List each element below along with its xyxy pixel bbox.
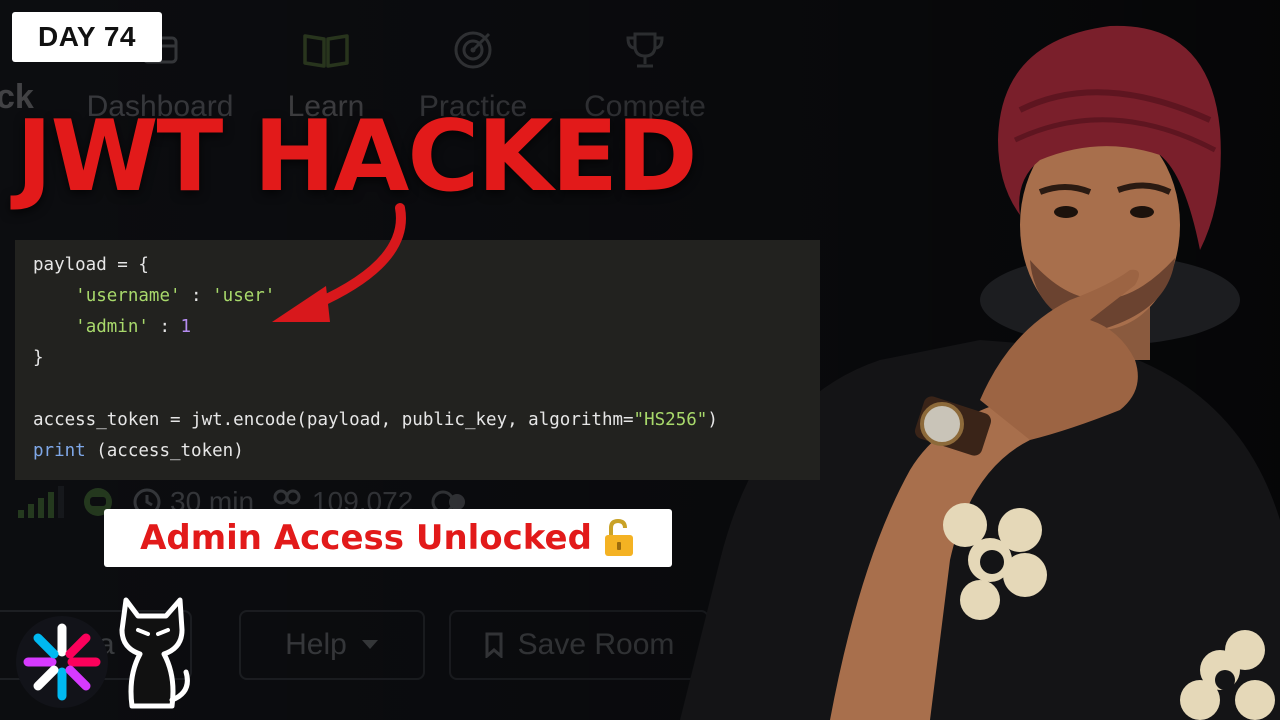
code-line-6: access_token = jwt.encode(payload, publi…	[33, 405, 802, 436]
headline-title: JWT HACKED	[16, 100, 698, 214]
caption-text: Admin Access Unlocked	[140, 518, 592, 558]
code-line-2: 'username' : 'user'	[33, 281, 802, 312]
unlocked-padlock-icon	[604, 518, 633, 556]
code-string: "HS256"	[633, 410, 708, 430]
help-label: Help	[285, 628, 347, 661]
jwt-logo-icon	[16, 616, 108, 708]
code-string: 'user'	[212, 286, 276, 306]
code-text: )	[707, 410, 718, 430]
code-line-4: }	[33, 343, 802, 374]
code-keyword: print	[33, 441, 86, 461]
code-text: :	[180, 286, 213, 306]
book-icon	[303, 34, 349, 68]
code-line-1: payload = {	[33, 250, 802, 281]
day-badge: DAY 74	[12, 12, 162, 62]
code-line-7: print (access_token)	[33, 436, 802, 467]
difficulty-signal-icon	[18, 486, 64, 518]
target-icon	[454, 31, 492, 69]
trophy-icon	[626, 32, 664, 68]
code-text: }	[33, 348, 44, 368]
code-text: payload = {	[33, 255, 149, 275]
code-line-3: 'admin' : 1	[33, 312, 802, 343]
code-text: access_token = jwt.encode(payload, publi…	[33, 410, 634, 430]
code-text: (access_token)	[85, 441, 244, 461]
save-room-button[interactable]: Save Room	[449, 610, 709, 680]
chevron-down-icon	[361, 640, 378, 649]
black-cat-logo-icon	[119, 597, 190, 709]
bookmark-icon	[485, 632, 503, 658]
day-label: DAY 74	[38, 21, 136, 52]
code-number: 1	[180, 317, 192, 337]
save-room-label: Save Room	[517, 628, 675, 661]
code-panel: payload = { 'username' : 'user' 'admin' …	[15, 240, 820, 480]
help-button[interactable]: Help	[239, 610, 425, 680]
code-text: :	[148, 317, 181, 337]
caption-banner: Admin Access Unlocked	[104, 509, 672, 567]
code-string: 'admin'	[75, 317, 149, 337]
code-string: 'username'	[75, 286, 181, 306]
